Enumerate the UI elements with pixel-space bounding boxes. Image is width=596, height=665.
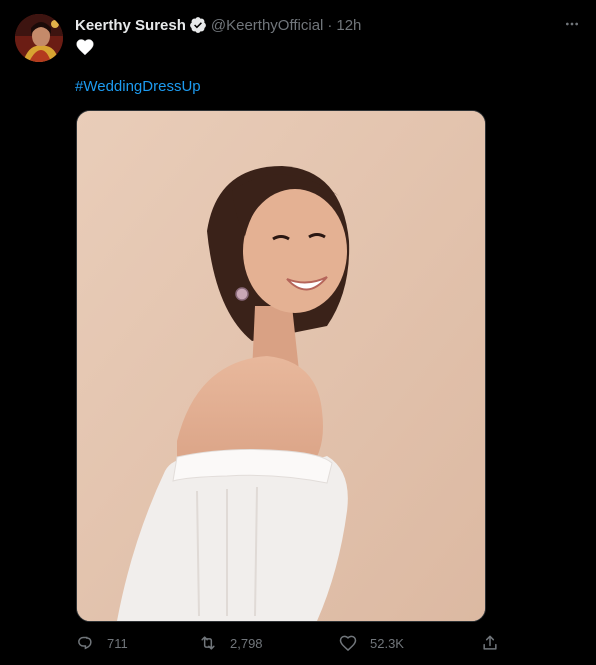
separator-dot: · xyxy=(327,16,333,34)
share-icon xyxy=(483,635,497,650)
like-count: 52.3K xyxy=(370,635,404,651)
tweet-timestamp[interactable]: 12h xyxy=(336,17,361,34)
reply-icon xyxy=(78,636,92,650)
author-handle[interactable]: @KeerthyOfficial xyxy=(211,17,324,34)
tweet-header: Keerthy Suresh @KeerthyOfficial · 12h xyxy=(75,15,361,35)
hashtag-link[interactable]: #WeddingDressUp xyxy=(75,78,201,95)
tweet-actions: 711 2,798 52.3K xyxy=(0,628,596,658)
retweet-icon xyxy=(201,636,215,650)
more-options-button[interactable] xyxy=(560,12,584,36)
avatar-image xyxy=(15,14,63,62)
reply-button[interactable]: 711 xyxy=(75,628,128,658)
photo-image xyxy=(77,111,485,621)
verified-badge-icon xyxy=(189,16,207,34)
retweet-button[interactable]: 2,798 xyxy=(198,628,263,658)
like-button[interactable]: 52.3K xyxy=(338,628,404,658)
white-heart-emoji xyxy=(75,37,95,57)
reply-count: 711 xyxy=(107,635,128,651)
share-button[interactable] xyxy=(480,628,500,658)
more-horizontal-icon xyxy=(566,22,578,26)
avatar[interactable] xyxy=(15,14,63,62)
white-heart-icon xyxy=(76,39,94,56)
retweet-count: 2,798 xyxy=(230,635,263,651)
author-display-name[interactable]: Keerthy Suresh xyxy=(75,17,186,34)
tweet: Keerthy Suresh @KeerthyOfficial · 12h #W… xyxy=(0,0,596,665)
tweet-photo[interactable] xyxy=(76,110,486,622)
heart-icon xyxy=(339,635,357,652)
